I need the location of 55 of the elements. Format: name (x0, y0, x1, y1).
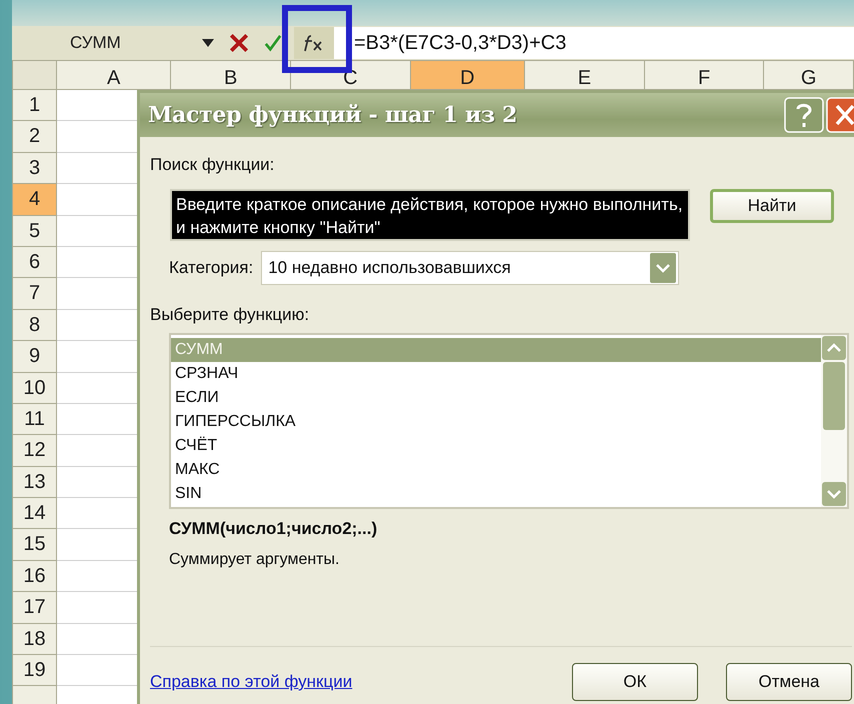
column-header[interactable]: F (644, 60, 764, 90)
scrollbar[interactable] (821, 335, 847, 507)
row-header[interactable]: 17 (12, 592, 57, 624)
scroll-thumb[interactable] (823, 362, 845, 430)
row-header[interactable]: 2 (12, 121, 57, 153)
dropdown-arrow-icon[interactable] (202, 39, 214, 47)
function-list-label: Выберите функцию: (150, 305, 310, 325)
row-header[interactable]: 5 (12, 216, 57, 247)
column-header[interactable]: G (764, 60, 854, 90)
function-list-item[interactable]: СРЗНАЧ (171, 362, 821, 386)
column-header[interactable]: E (525, 60, 645, 90)
row-header[interactable]: 12 (12, 435, 57, 467)
name-box[interactable]: СУММ (12, 33, 182, 53)
function-list-item[interactable]: ГИПЕРССЫЛКА (171, 410, 821, 434)
row-header[interactable]: 10 (12, 372, 57, 404)
row-header[interactable]: 19 (12, 655, 57, 686)
function-signature: СУММ(число1;число2;...) (169, 519, 378, 539)
scroll-down-icon[interactable] (822, 482, 846, 506)
select-all-corner[interactable] (12, 60, 57, 90)
column-header[interactable]: D (410, 60, 526, 90)
column-header[interactable]: A (56, 60, 172, 90)
category-dropdown[interactable]: 10 недавно использовавшихся (261, 251, 680, 285)
row-header[interactable]: 15 (12, 529, 57, 561)
checkmark-icon[interactable] (264, 33, 282, 53)
row-header[interactable]: 3 (12, 152, 57, 184)
row-header[interactable]: 6 (12, 246, 57, 278)
row-header[interactable]: 4 (12, 184, 57, 216)
row-header[interactable]: 9 (12, 341, 57, 373)
scroll-up-icon[interactable] (822, 336, 846, 360)
row-header[interactable]: 14 (12, 498, 57, 530)
dialog-title: Мастер функций - шаг 1 из 2 (148, 102, 518, 128)
function-list-item[interactable]: СЧЁТ (171, 434, 821, 458)
function-list-item[interactable]: МАКС (171, 458, 821, 482)
find-button[interactable]: Найти (710, 189, 834, 223)
help-icon[interactable] (784, 97, 824, 133)
category-label: Категория: (169, 258, 254, 278)
dialog-button[interactable]: Отмена (726, 663, 852, 701)
row-header[interactable]: 16 (12, 560, 57, 592)
search-field[interactable]: Введите краткое описание действия, которое нужно выполнить, и нажмите кнопку "Найти" (170, 189, 690, 241)
dialog-button[interactable]: ОК (572, 663, 698, 701)
cancel-icon[interactable] (228, 32, 250, 54)
row-header[interactable]: 7 (12, 278, 57, 310)
search-label: Поиск функции: (150, 155, 276, 175)
close-icon[interactable] (826, 97, 854, 133)
row-header[interactable]: 1 (12, 90, 57, 122)
row-header[interactable]: 13 (12, 466, 57, 498)
function-description: Суммирует аргументы. (169, 551, 340, 569)
column-header[interactable]: B (171, 60, 292, 90)
formula-field[interactable]: =B3*(E7C3-0,3*D3)+C3 (334, 27, 854, 59)
row-header[interactable]: 11 (12, 404, 57, 436)
row-header[interactable]: 18 (12, 624, 57, 656)
function-list-item[interactable]: ЕСЛИ (171, 386, 821, 410)
help-link[interactable]: Справка по этой функции (150, 672, 352, 692)
row-header[interactable]: 8 (12, 310, 57, 342)
function-list-item[interactable]: SIN (171, 482, 821, 506)
